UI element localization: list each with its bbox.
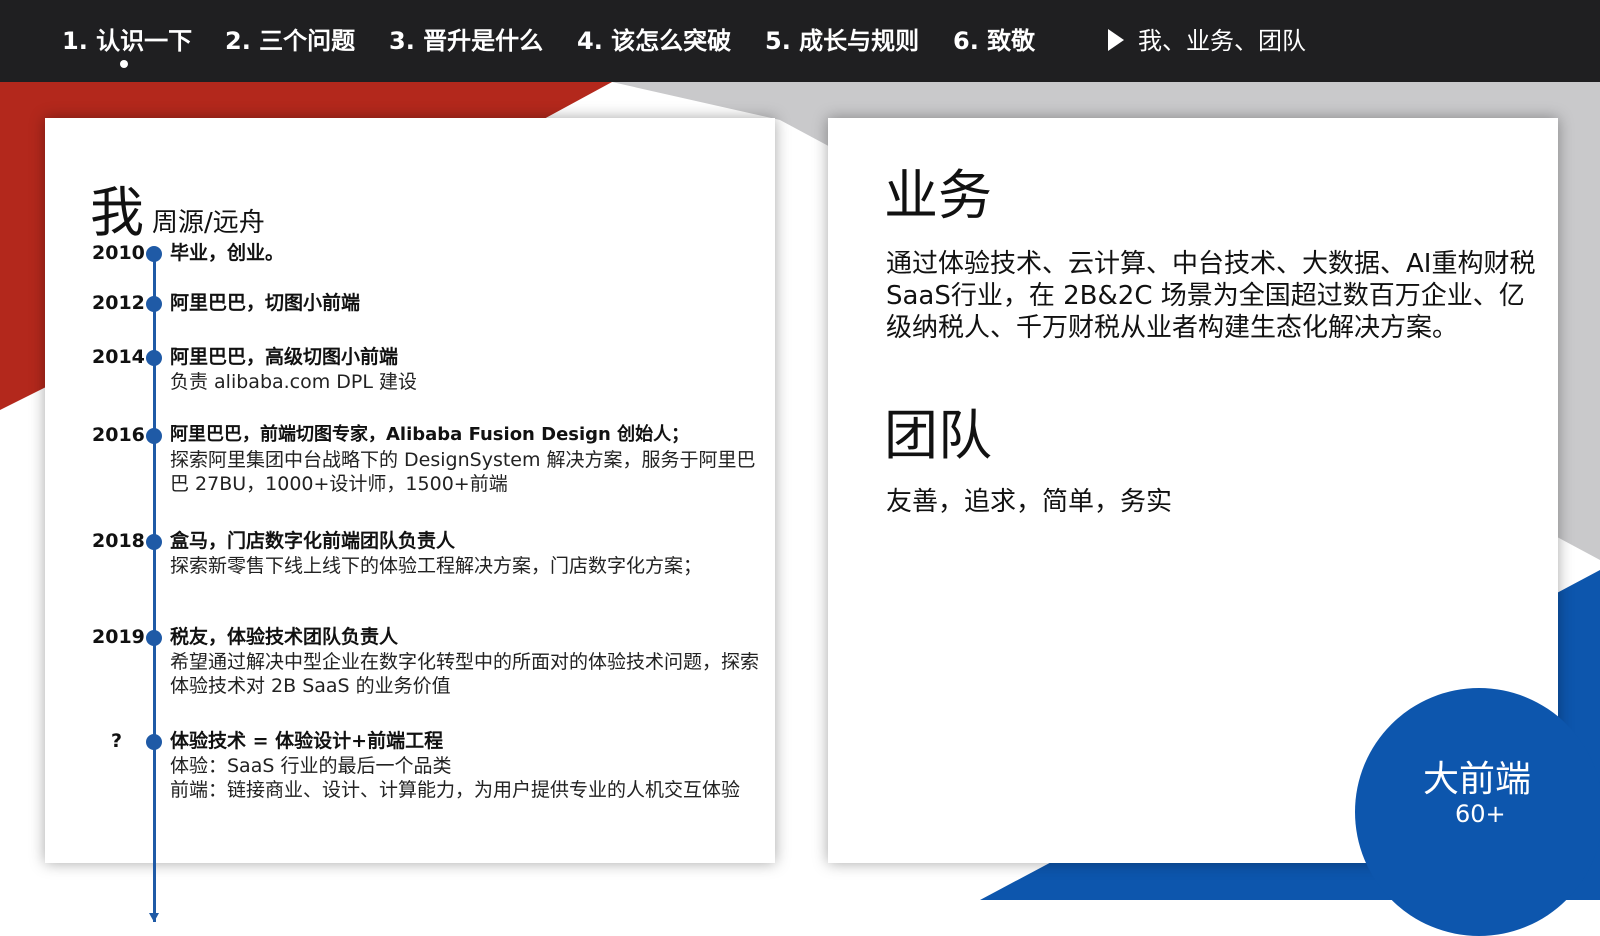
timeline-head: 体验技术 = 体验设计+前端工程 <box>170 730 444 752</box>
current-section-dot <box>120 60 128 68</box>
timeline-year: 2014 <box>92 346 145 368</box>
profile-card: 我周源/远舟 2010 毕业，创业。 2012 阿里巴巴，切图小前端 2014 … <box>45 118 775 922</box>
timeline-arrow-icon <box>149 913 159 922</box>
timeline-desc: 探索阿里集团中台战略下的 DesignSystem 解决方案，服务于阿里巴巴 2… <box>170 449 756 495</box>
timeline-dot <box>146 296 162 312</box>
play-icon <box>1108 29 1124 51</box>
timeline-head: 阿里巴巴，切图小前端 <box>170 292 361 314</box>
profile-name: 周源/远舟 <box>152 208 265 238</box>
timeline-dot <box>146 630 162 646</box>
timeline-dot <box>146 734 162 750</box>
team-size-badge: 大前端 60+ <box>1355 688 1600 936</box>
timeline-head: 盒马，门店数字化前端团队负责人 <box>170 530 456 552</box>
nav-item-4[interactable]: 4. 该怎么突破 <box>577 24 731 58</box>
timeline-year: 2019 <box>92 626 145 648</box>
timeline-text: 税友，体验技术团队负责人 希望通过解决中型企业在数字化转型中的所面对的体验技术问… <box>170 624 760 698</box>
timeline-desc: 体验：SaaS 行业的最后一个品类 前端：链接商业、设计、计算能力，为用户提供专… <box>170 755 741 801</box>
timeline-text: 盒马，门店数字化前端团队负责人 探索新零售下线上线下的体验工程解决方案，门店数字… <box>170 528 760 578</box>
timeline-year: 2018 <box>92 530 145 552</box>
timeline-head: 阿里巴巴，高级切图小前端 <box>170 346 399 368</box>
timeline-head: 税友，体验技术团队负责人 <box>170 626 399 648</box>
timeline-text: 阿里巴巴，高级切图小前端 负责 alibaba.com DPL 建设 <box>170 344 760 394</box>
timeline-year: 2016 <box>92 424 145 446</box>
nav-item-2[interactable]: 2. 三个问题 <box>225 24 355 58</box>
team-title: 团队 <box>884 404 992 467</box>
timeline-head: 阿里巴巴，前端切图专家，Alibaba Fusion Design 创始人； <box>170 424 690 445</box>
timeline-text: 阿里巴巴，切图小前端 <box>170 290 760 316</box>
timeline-head: 毕业，创业。 <box>170 242 285 264</box>
nav-item-1[interactable]: 1. 认识一下 <box>62 24 193 68</box>
current-slide-title: 我、业务、团队 <box>1138 27 1306 55</box>
nav-item-5[interactable]: 5. 成长与规则 <box>765 24 919 58</box>
timeline-year: 2012 <box>92 292 145 314</box>
timeline-year: 2010 <box>92 242 145 264</box>
nav-item-6[interactable]: 6. 致敬 <box>953 24 1035 58</box>
nav-item-label: 1. 认识一下 <box>62 27 193 55</box>
timeline-text: 阿里巴巴，前端切图专家，Alibaba Fusion Design 创始人； 探… <box>170 422 760 496</box>
nav-item-3[interactable]: 3. 晋升是什么 <box>389 24 543 58</box>
current-slide-indicator: 我、业务、团队 <box>1108 24 1306 58</box>
top-nav-bar: 1. 认识一下 2. 三个问题 3. 晋升是什么 4. 该怎么突破 5. 成长与… <box>0 0 1600 82</box>
badge-count: 60+ <box>1455 800 1506 828</box>
timeline-text: 毕业，创业。 <box>170 240 760 266</box>
timeline-dot <box>146 350 162 366</box>
badge-label: 大前端 <box>1423 759 1532 800</box>
business-title: 业务 <box>884 164 992 227</box>
timeline-dot <box>146 428 162 444</box>
team-description: 友善，追求，简单，务实 <box>886 487 1173 517</box>
timeline-dot <box>146 246 162 262</box>
timeline-desc: 负责 alibaba.com DPL 建设 <box>170 371 418 393</box>
timeline-text: 体验技术 = 体验设计+前端工程 体验：SaaS 行业的最后一个品类 前端：链接… <box>170 728 760 802</box>
timeline-dot <box>146 534 162 550</box>
timeline-desc: 探索新零售下线上线下的体验工程解决方案，门店数字化方案； <box>170 555 703 577</box>
business-description: 通过体验技术、云计算、中台技术、大数据、AI重构财税SaaS行业，在 2B&2C… <box>886 249 1536 343</box>
profile-title: 我 <box>90 181 144 244</box>
profile-heading: 我周源/远舟 <box>90 168 265 247</box>
timeline-desc: 希望通过解决中型企业在数字化转型中的所面对的体验技术问题，探索体验技术对 2B … <box>170 651 760 697</box>
